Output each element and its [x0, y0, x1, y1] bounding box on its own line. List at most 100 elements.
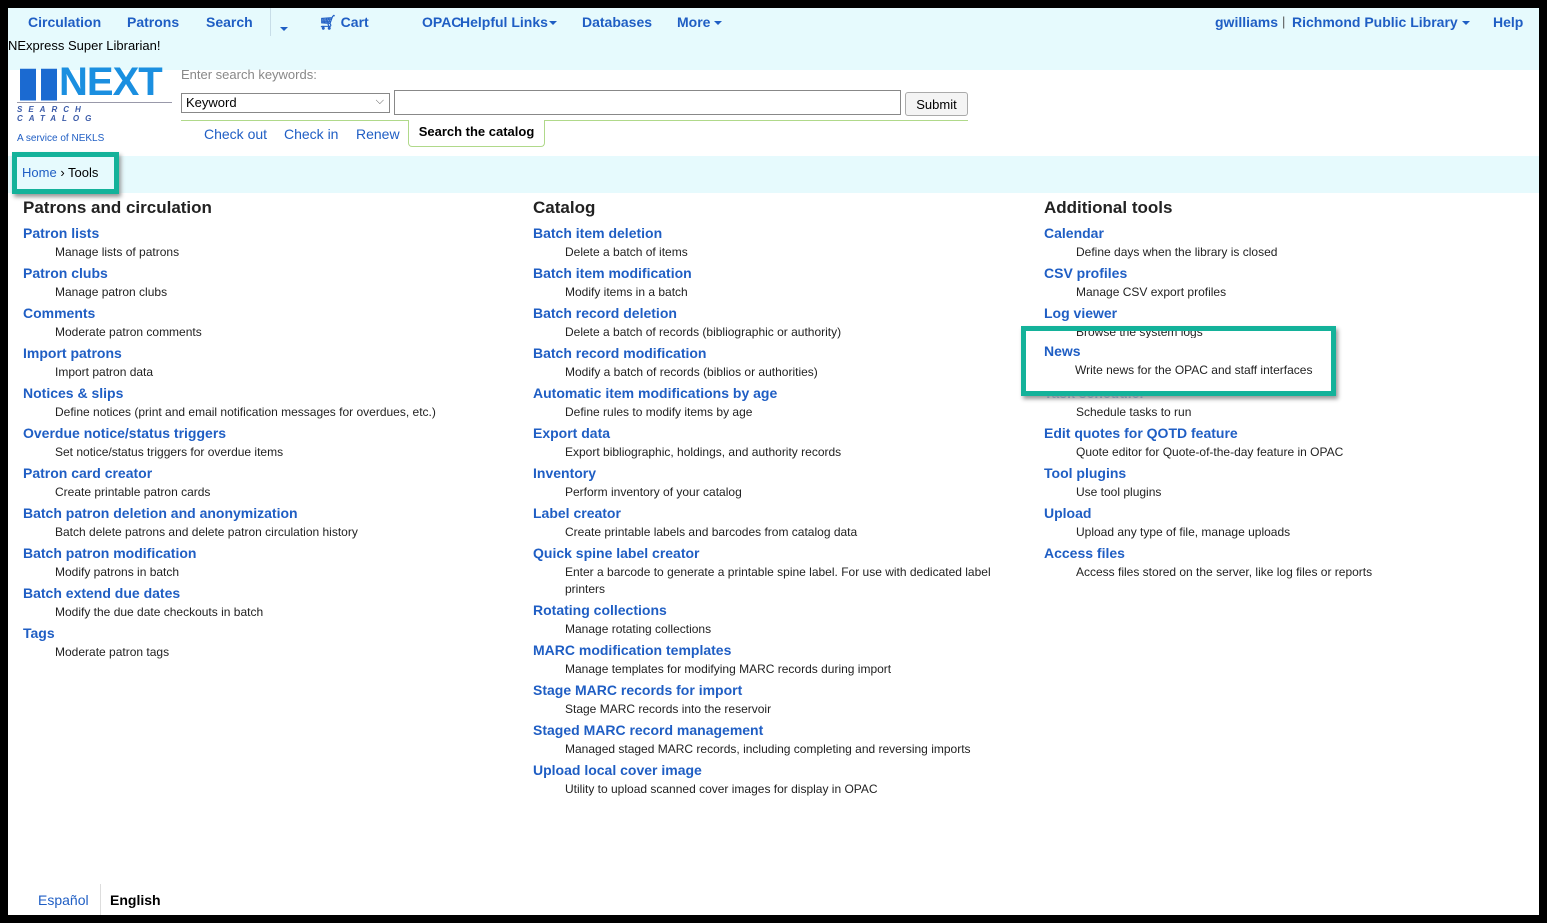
tool-link-notices-slips[interactable]: Notices & slips: [23, 384, 513, 402]
tool-link-export-data[interactable]: Export data: [533, 424, 1013, 442]
tool-item: Patron lists Manage lists of patrons: [23, 224, 513, 264]
tool-description: Modify a batch of records (biblios or au…: [565, 365, 818, 379]
tool-link-stage-marc-records-for-import[interactable]: Stage MARC records for import: [533, 681, 1013, 699]
caret-down-icon: [714, 21, 723, 26]
tool-link-rotating-collections[interactable]: Rotating collections: [533, 601, 1013, 619]
tool-link-patron-card-creator[interactable]: Patron card creator: [23, 464, 513, 482]
logo: ▮▮NEXT SEARCH CATALOG A service of NEKLS: [17, 62, 172, 144]
tool-link-automatic-item-modifications-by-age[interactable]: Automatic item modifications by age: [533, 384, 1013, 402]
tool-link-access-files[interactable]: Access files: [1044, 544, 1524, 562]
tool-description: Access files stored on the server, like …: [1076, 565, 1373, 579]
column-heading: Patrons and circulation: [23, 198, 212, 217]
tool-link-calendar[interactable]: Calendar: [1044, 224, 1524, 242]
tool-item: Notices & slips Define notices (print and…: [23, 384, 513, 424]
logo-subtitle: SEARCH CATALOG: [17, 102, 172, 123]
caret-down-icon: [1461, 21, 1470, 26]
tool-description: Quote editor for Quote-of-the-day featur…: [1076, 445, 1344, 459]
tool-link-upload[interactable]: Upload: [1044, 504, 1524, 522]
tool-description: Enter a barcode to generate a printable …: [565, 565, 991, 596]
search-label: Enter search keywords:: [181, 67, 317, 82]
tool-link-staged-marc-record-management[interactable]: Staged MARC record management: [533, 721, 1013, 739]
nav-databases[interactable]: Databases: [582, 14, 652, 30]
tab-search-catalog[interactable]: Search the catalog: [408, 120, 545, 147]
tab-check-in[interactable]: Check in: [284, 126, 338, 142]
nav-more-label: More: [677, 14, 711, 30]
submit-button[interactable]: Submit: [905, 92, 968, 116]
separator: |: [1282, 14, 1286, 29]
breadcrumb-current: Tools: [68, 165, 99, 180]
tool-link-batch-item-deletion[interactable]: Batch item deletion: [533, 224, 1013, 242]
library-menu[interactable]: Richmond Public Library: [1292, 14, 1470, 30]
tool-description: Moderate patron comments: [55, 325, 202, 339]
tool-link-edit-quotes-for-qotd-feature[interactable]: Edit quotes for QOTD feature: [1044, 424, 1524, 442]
breadcrumb-separator: ›: [60, 165, 65, 180]
divider: [270, 8, 271, 36]
help-link[interactable]: Help: [1493, 14, 1523, 30]
search-input[interactable]: [394, 90, 901, 115]
nav-opac[interactable]: OPAC: [422, 14, 461, 30]
tool-link-csv-profiles[interactable]: CSV profiles: [1044, 264, 1524, 282]
tool-link-import-patrons[interactable]: Import patrons: [23, 344, 513, 362]
tool-link-batch-extend-due-dates[interactable]: Batch extend due dates: [23, 584, 513, 602]
tool-item: Import patrons Import patron data: [23, 344, 513, 384]
tool-link-comments[interactable]: Comments: [23, 304, 513, 322]
nav-more[interactable]: More: [677, 14, 723, 30]
nav-helpful-links[interactable]: Helpful Links: [460, 14, 557, 30]
top-nav: Circulation Patrons Search 🛒︎ Cart OPAC …: [8, 8, 1539, 70]
logged-in-greeting: NExpress Super Librarian!: [8, 38, 161, 53]
tool-description: Upload any type of file, manage uploads: [1076, 525, 1291, 539]
tool-description: Utility to upload scanned cover images f…: [565, 782, 878, 796]
nav-circulation[interactable]: Circulation: [28, 14, 101, 30]
tool-link-upload-local-cover-image[interactable]: Upload local cover image: [533, 761, 1013, 779]
tool-item: Automatic item modifications by age Defin…: [533, 384, 1013, 424]
tool-description: Manage patron clubs: [55, 285, 168, 299]
tool-link-patron-lists[interactable]: Patron lists: [23, 224, 513, 242]
user-menu[interactable]: gwilliams: [1215, 14, 1278, 30]
tool-link-log-viewer[interactable]: Log viewer: [1044, 304, 1524, 322]
tool-link-tool-plugins[interactable]: Tool plugins: [1044, 464, 1524, 482]
tool-link-patron-clubs[interactable]: Patron clubs: [23, 264, 513, 282]
tool-link-overdue-notice-status-triggers[interactable]: Overdue notice/status triggers: [23, 424, 513, 442]
tool-item: Label creator Create printable labels and…: [533, 504, 1013, 544]
tool-item: Upload local cover image Utility to uploa…: [533, 761, 1013, 801]
tool-item: Tags Moderate patron tags: [23, 624, 513, 664]
tool-link-tags[interactable]: Tags: [23, 624, 513, 642]
tool-link-batch-record-modification[interactable]: Batch record modification: [533, 344, 1013, 362]
tool-link-news-highlighted[interactable]: News: [1044, 343, 1081, 359]
breadcrumb-home[interactable]: Home: [22, 165, 57, 180]
tool-item: Batch item modification Modify items in a…: [533, 264, 1013, 304]
tool-description: Import patron data: [55, 365, 154, 379]
tool-item: Patron card creator Create printable patr…: [23, 464, 513, 504]
tool-link-inventory[interactable]: Inventory: [533, 464, 1013, 482]
column-patrons-circulation: Patrons and circulation Patron lists Manag…: [23, 198, 513, 664]
tool-item: Stage MARC records for import Stage MARC …: [533, 681, 1013, 721]
tool-link-batch-patron-deletion-and-anonymization[interactable]: Batch patron deletion and anonymization: [23, 504, 513, 522]
tool-item: CSV profiles Manage CSV export profiles: [1044, 264, 1524, 304]
tool-description: Define notices (print and email notifica…: [55, 405, 436, 419]
search-type-select[interactable]: Keyword: [181, 92, 390, 113]
tool-link-batch-item-modification[interactable]: Batch item modification: [533, 264, 1013, 282]
tool-link-label-creator[interactable]: Label creator: [533, 504, 1013, 522]
tool-description: Manage lists of patrons: [55, 245, 180, 259]
tool-link-batch-patron-modification[interactable]: Batch patron modification: [23, 544, 513, 562]
tab-renew[interactable]: Renew: [356, 126, 400, 142]
tool-link-quick-spine-label-creator[interactable]: Quick spine label creator: [533, 544, 1013, 562]
search-dropdown-toggle[interactable]: [276, 20, 288, 36]
language-english: English: [110, 892, 161, 908]
language-espanol[interactable]: Español: [38, 892, 89, 908]
tool-description: Export bibliographic, holdings, and auth…: [565, 445, 842, 459]
tool-item: Access files Access files stored on the s…: [1044, 544, 1524, 584]
nav-cart[interactable]: 🛒︎ Cart: [319, 14, 369, 31]
tab-check-out[interactable]: Check out: [204, 126, 267, 142]
nav-search[interactable]: Search: [206, 14, 253, 30]
library-label: Richmond Public Library: [1292, 14, 1458, 30]
tool-description: Define days when the library is closed: [1076, 245, 1278, 259]
tool-link-batch-record-deletion[interactable]: Batch record deletion: [533, 304, 1013, 322]
tool-description: Moderate patron tags: [55, 645, 170, 659]
nav-patrons[interactable]: Patrons: [127, 14, 179, 30]
tool-description: Perform inventory of your catalog: [565, 485, 742, 499]
tool-item: Overdue notice/status triggers Set notice…: [23, 424, 513, 464]
tool-link-marc-modification-templates[interactable]: MARC modification templates: [533, 641, 1013, 659]
tool-item: Staged MARC record management Managed sta…: [533, 721, 1013, 761]
tool-item: Export data Export bibliographic, holding…: [533, 424, 1013, 464]
